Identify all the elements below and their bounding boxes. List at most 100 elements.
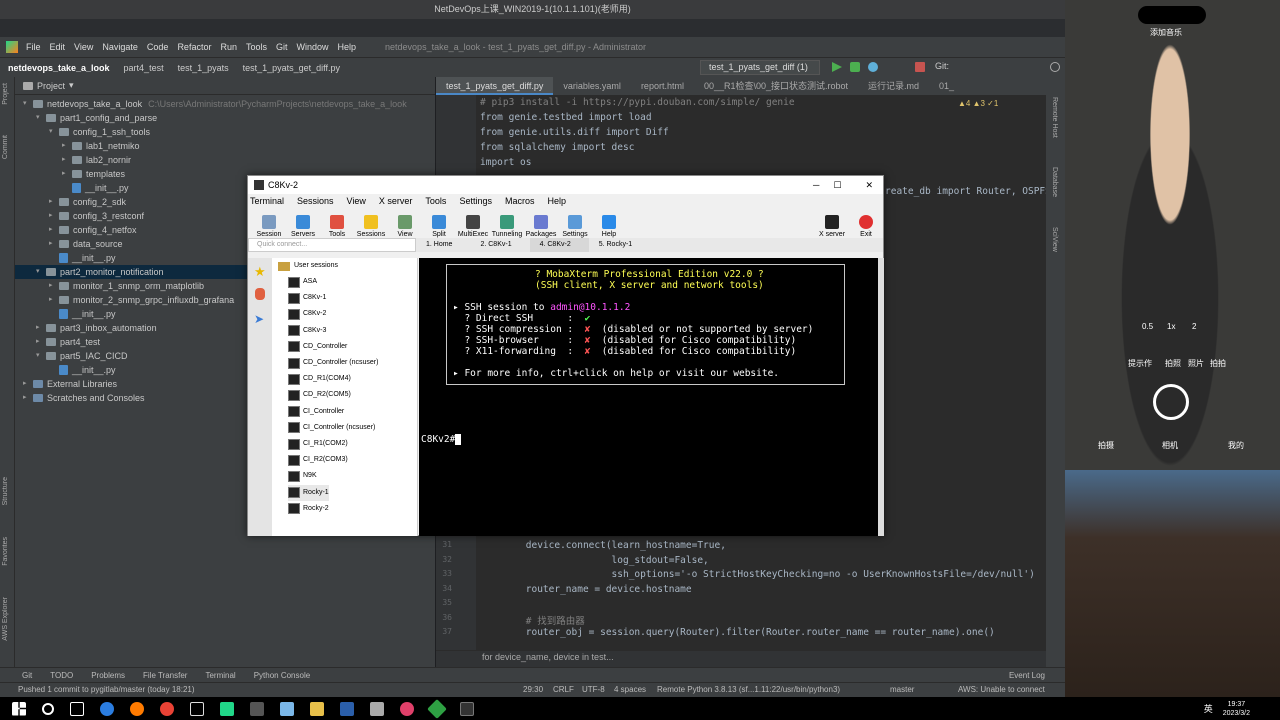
session-item[interactable]: CI_R2(COM3): [288, 452, 348, 468]
pycharm-taskbar-icon[interactable]: [220, 701, 234, 716]
moba-tab-c8kv-1[interactable]: 2. C8Kv-1: [470, 238, 529, 252]
webcam-bottom-2[interactable]: 相机: [1162, 440, 1178, 451]
menu-edit[interactable]: Edit: [50, 42, 66, 52]
session-item[interactable]: C8Kv-2: [288, 306, 326, 322]
taskbar-clock[interactable]: 19:37 2023/3/2: [1223, 700, 1250, 718]
tree-folder[interactable]: ▸ part3_inbox_automation: [36, 321, 157, 335]
moba-toolbar-split[interactable]: Split: [422, 215, 456, 238]
network-tool-icon[interactable]: [370, 701, 384, 716]
tab-test-1-pyats-get-diff[interactable]: test_1_pyats_get_diff.py: [436, 77, 554, 95]
tree-folder[interactable]: ▸ lab2_nornir: [62, 153, 131, 167]
moba-toolbar-exit[interactable]: Exit: [849, 215, 883, 238]
expand-arrow-icon[interactable]: ▸: [62, 167, 70, 181]
debug-icon[interactable]: [850, 62, 860, 72]
input-language[interactable]: 英: [1204, 702, 1213, 715]
tool-project[interactable]: Project: [2, 83, 9, 105]
moba-tab-rocky-1[interactable]: 5. Rocky-1: [589, 238, 650, 252]
menu-window[interactable]: Window: [297, 42, 329, 52]
breadcrumb-folder[interactable]: part4_test: [124, 63, 164, 73]
expand-arrow-icon[interactable]: ▸: [49, 223, 57, 237]
session-item[interactable]: C8Kv-3: [288, 323, 326, 339]
tree-file[interactable]: __init__.py: [49, 307, 116, 321]
close-icon[interactable]: ✕: [865, 180, 873, 191]
user-sessions-folder[interactable]: User sessions: [278, 258, 338, 274]
edge-icon[interactable]: [100, 701, 114, 716]
session-item[interactable]: CI_R1(COM2): [288, 436, 348, 452]
menu-view[interactable]: View: [74, 42, 93, 52]
menu-file[interactable]: File: [26, 42, 41, 52]
tool-favorites[interactable]: Favorites: [2, 537, 9, 566]
tab-run-log-md[interactable]: 运行记录.md: [858, 77, 929, 95]
inspection-widget[interactable]: ▲4 ▲3 ✓1: [958, 99, 998, 108]
tree-folder[interactable]: ▾ config_1_ssh_tools: [49, 125, 150, 139]
moba-toolbar-x-server[interactable]: X server: [815, 215, 849, 238]
star-icon[interactable]: ★: [254, 264, 266, 280]
moba-toolbar-multiexec[interactable]: MultiExec: [456, 215, 490, 238]
tool-sciview[interactable]: SciView: [1051, 227, 1058, 252]
status-caret-position[interactable]: 29:30: [523, 683, 543, 697]
mode-1[interactable]: 提示作: [1128, 358, 1152, 369]
firefox-icon[interactable]: [130, 701, 144, 716]
zoom-1x[interactable]: 1x: [1167, 322, 1175, 331]
tree-folder[interactable]: ▸ config_2_sdk: [49, 195, 126, 209]
moba-menu-view[interactable]: View: [347, 196, 366, 206]
chevron-down-icon[interactable]: ▾: [69, 80, 74, 91]
tool-todo[interactable]: TODO: [50, 671, 73, 680]
expand-arrow-icon[interactable]: ▸: [36, 335, 44, 349]
tree-folder[interactable]: ▸ lab1_netmiko: [62, 139, 140, 153]
expand-arrow-icon[interactable]: ▾: [36, 265, 44, 279]
task-view-icon[interactable]: [70, 701, 84, 716]
session-item[interactable]: CD_R1(COM4): [288, 371, 351, 387]
expand-arrow-icon[interactable]: ▾: [49, 125, 57, 139]
tree-file[interactable]: __init__.py: [62, 181, 129, 195]
tree-file[interactable]: __init__.py: [49, 251, 116, 265]
tree-folder[interactable]: ▸ config_3_restconf: [49, 209, 144, 223]
tool-aws-explorer[interactable]: AWS Explorer: [2, 597, 9, 641]
terminal-area[interactable]: ? MobaXterm Professional Edition v22.0 ?…: [419, 258, 878, 536]
tree-folder[interactable]: ▸ External Libraries: [23, 377, 117, 391]
tool-python-console[interactable]: Python Console: [254, 671, 310, 680]
tree-folder[interactable]: ▸ config_4_netfox: [49, 223, 137, 237]
notes-icon[interactable]: [280, 701, 294, 716]
moba-toolbar-tunneling[interactable]: Tunneling: [490, 215, 524, 238]
expand-arrow-icon[interactable]: ▾: [23, 97, 31, 111]
tree-folder[interactable]: ▾ part1_config_and_parse: [36, 111, 157, 125]
moba-toolbar-packages[interactable]: Packages: [524, 215, 558, 238]
menu-run[interactable]: Run: [220, 42, 237, 52]
menu-git[interactable]: Git: [276, 42, 288, 52]
tab-report-html[interactable]: report.html: [631, 77, 694, 95]
minimize-icon[interactable]: ─: [813, 180, 819, 190]
tab-variables-yaml[interactable]: variables.yaml: [553, 77, 631, 95]
mode-2[interactable]: 拍照: [1165, 358, 1181, 369]
expand-arrow-icon[interactable]: ▸: [62, 139, 70, 153]
mode-3[interactable]: 照片: [1188, 358, 1204, 369]
session-item[interactable]: CD_R2(COM5): [288, 387, 351, 403]
status-interpreter[interactable]: Remote Python 3.8.13 (sf...1.11:22/usr/b…: [657, 683, 840, 697]
tool-database[interactable]: Database: [1051, 167, 1058, 197]
menu-code[interactable]: Code: [147, 42, 169, 52]
status-line-separator[interactable]: CRLF: [553, 683, 574, 697]
webcam-bottom-1[interactable]: 拍摄: [1098, 440, 1114, 451]
tab-robot-file[interactable]: 00__R1检查\00_接口状态测试.robot: [694, 77, 858, 95]
breadcrumb-file[interactable]: test_1_pyats_get_diff.py: [243, 63, 340, 73]
tree-folder[interactable]: ▾ part5_IAC_CICD: [36, 349, 128, 363]
sftp-icon[interactable]: ➤: [254, 312, 264, 326]
expand-arrow-icon[interactable]: ▸: [49, 195, 57, 209]
tools-icon[interactable]: [255, 288, 265, 300]
stop-icon[interactable]: [915, 62, 925, 72]
expand-arrow-icon[interactable]: ▸: [36, 321, 44, 335]
tool-git[interactable]: Git: [22, 671, 32, 680]
session-item[interactable]: CD_Controller: [288, 339, 347, 355]
moba-tab-home[interactable]: 1. Home: [416, 238, 470, 252]
moba-menu-terminal[interactable]: Terminal: [250, 196, 284, 206]
word-icon[interactable]: [340, 701, 354, 716]
status-aws[interactable]: AWS: Unable to connect: [958, 683, 1045, 697]
zoom-0-5[interactable]: 0.5: [1142, 322, 1153, 331]
status-encoding[interactable]: UTF-8: [582, 683, 605, 697]
moba-toolbar-view[interactable]: View: [388, 215, 422, 238]
tree-folder[interactable]: ▸ data_source: [49, 237, 123, 251]
maximize-icon[interactable]: ☐: [833, 180, 841, 191]
zoom-2[interactable]: 2: [1192, 322, 1196, 331]
tool-file-transfer[interactable]: File Transfer: [143, 671, 187, 680]
expand-arrow-icon[interactable]: ▸: [49, 293, 57, 307]
